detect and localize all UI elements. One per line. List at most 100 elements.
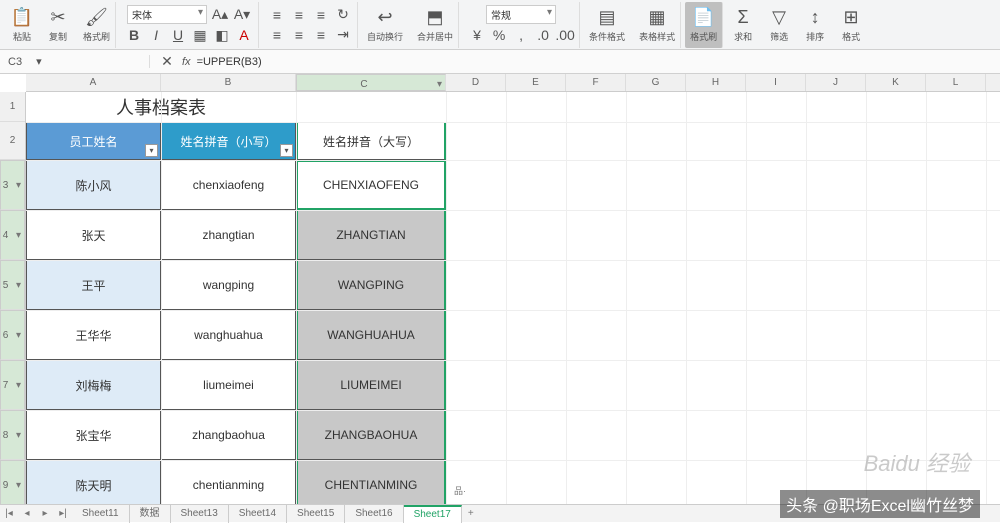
sheet-tab[interactable]: Sheet13 — [171, 505, 229, 523]
cells-area[interactable]: 人事档案表 员工姓名 ▾ 姓名拼音（小写） ▾ 姓名拼音（大写） 陈小风chen… — [26, 92, 1000, 504]
filter-dropdown-icon[interactable]: ▾ — [145, 144, 158, 157]
sheet-tab[interactable]: Sheet16 — [345, 505, 403, 523]
align-right-icon[interactable]: ≡ — [312, 26, 330, 44]
inc-decimal-icon[interactable]: .0 — [534, 26, 552, 44]
cell-name[interactable]: 刘梅梅 — [26, 360, 161, 410]
table-style-icon[interactable]: ▦ — [646, 6, 668, 28]
cell-name[interactable]: 张宝华 — [26, 410, 161, 460]
align-center-icon[interactable]: ≡ — [290, 26, 308, 44]
filter-dropdown-icon[interactable]: ▾ — [280, 144, 293, 157]
cond-format-icon[interactable]: ▤ — [596, 6, 618, 28]
cell-pinyin-upper[interactable]: CHENTIANMING — [296, 460, 446, 510]
align-bot-icon[interactable]: ≡ — [312, 6, 330, 24]
tab-nav-first-icon[interactable]: |◂ — [0, 508, 18, 519]
sheet-tab[interactable]: 数据 — [130, 505, 171, 523]
col-header-B[interactable]: B — [161, 74, 296, 91]
cell-name[interactable]: 张天 — [26, 210, 161, 260]
formula-input[interactable]: =UPPER(B3) — [197, 56, 262, 68]
cell-pinyin-upper[interactable]: WANGHUAHUA — [296, 310, 446, 360]
dec-decimal-icon[interactable]: .00 — [556, 26, 574, 44]
row-header-9[interactable]: 9 — [0, 460, 25, 510]
row-header-1[interactable]: 1 — [0, 92, 25, 122]
comma-icon[interactable]: , — [512, 26, 530, 44]
align-mid-icon[interactable]: ≡ — [290, 6, 308, 24]
header-pinyin-upper[interactable]: 姓名拼音（大写） — [296, 122, 446, 160]
sort-icon[interactable]: ↕ — [804, 6, 826, 28]
cell-pinyin-lower[interactable]: wanghuahua — [161, 310, 296, 360]
paste-icon[interactable]: 📋 — [11, 6, 33, 28]
bold-icon[interactable]: B — [125, 26, 143, 44]
merge-icon[interactable]: ⬒ — [424, 6, 446, 28]
row-header-4[interactable]: 4 — [0, 210, 25, 260]
italic-icon[interactable]: I — [147, 26, 165, 44]
tab-nav-last-icon[interactable]: ▸| — [54, 508, 72, 519]
sheet-tab[interactable]: Sheet11 — [72, 505, 130, 523]
font-color-icon[interactable]: A — [235, 26, 253, 44]
col-header-H[interactable]: H — [686, 74, 746, 91]
col-header-E[interactable]: E — [506, 74, 566, 91]
row-header-7[interactable]: 7 — [0, 360, 25, 410]
sheet-tab[interactable]: Sheet14 — [229, 505, 287, 523]
cell-pinyin-upper[interactable]: ZHANGTIAN — [296, 210, 446, 260]
orientation-icon[interactable]: ↻ — [334, 6, 352, 24]
header-pinyin-lower[interactable]: 姓名拼音（小写） ▾ — [161, 122, 296, 160]
name-box[interactable]: C3 — [8, 56, 22, 68]
sum-icon[interactable]: Σ — [732, 6, 754, 28]
currency-icon[interactable]: ¥ — [468, 26, 486, 44]
row-header-5[interactable]: 5 — [0, 260, 25, 310]
row-header-2[interactable]: 2 — [0, 122, 25, 160]
cancel-icon[interactable]: ✕ — [158, 53, 176, 71]
sheet-tab[interactable]: Sheet17 — [404, 505, 462, 523]
cell-pinyin-upper[interactable]: LIUMEIMEI — [296, 360, 446, 410]
tab-nav-prev-icon[interactable]: ◂ — [18, 508, 36, 519]
col-header-I[interactable]: I — [746, 74, 806, 91]
cell-name[interactable]: 王华华 — [26, 310, 161, 360]
sheet-tab[interactable]: Sheet15 — [287, 505, 345, 523]
cell-name[interactable]: 陈小风 — [26, 160, 161, 210]
cell-pinyin-lower[interactable]: chentianming — [161, 460, 296, 510]
font-increase-icon[interactable]: A▴ — [211, 6, 229, 24]
underline-icon[interactable]: U — [169, 26, 187, 44]
col-header-C[interactable]: C — [296, 74, 446, 91]
filter-icon[interactable]: ▽ — [768, 6, 790, 28]
col-header-K[interactable]: K — [866, 74, 926, 91]
cell-pinyin-upper[interactable]: CHENXIAOFENG — [296, 160, 446, 210]
col-header-J[interactable]: J — [806, 74, 866, 91]
border-icon[interactable]: ▦ — [191, 26, 209, 44]
percent-icon[interactable]: % — [490, 26, 508, 44]
fill-color-icon[interactable]: ◧ — [213, 26, 231, 44]
row-header-3[interactable]: 3 — [0, 160, 25, 210]
header-employee-name[interactable]: 员工姓名 ▾ — [26, 122, 161, 160]
scissors-icon[interactable]: ✂ — [47, 6, 69, 28]
format-icon[interactable]: ⊞ — [840, 6, 862, 28]
cell-name[interactable]: 王平 — [26, 260, 161, 310]
cell-name[interactable]: 陈天明 — [26, 460, 161, 510]
add-sheet-icon[interactable]: + — [462, 508, 480, 519]
indent-icon[interactable]: ⇥ — [334, 26, 352, 44]
cell-pinyin-lower[interactable]: wangping — [161, 260, 296, 310]
wrap-text-icon[interactable]: ↩ — [374, 6, 396, 28]
row-header-6[interactable]: 6 — [0, 310, 25, 360]
cell-pinyin-upper[interactable]: WANGPING — [296, 260, 446, 310]
number-format-select[interactable]: 常规 — [486, 5, 556, 24]
cell-pinyin-lower[interactable]: chenxiaofeng — [161, 160, 296, 210]
col-header-D[interactable]: D — [446, 74, 506, 91]
col-header-A[interactable]: A — [26, 74, 161, 91]
font-decrease-icon[interactable]: A▾ — [233, 6, 251, 24]
cell-pinyin-lower[interactable]: zhangtian — [161, 210, 296, 260]
name-box-dropdown-icon[interactable]: ▾ — [36, 55, 42, 68]
col-header-L[interactable]: L — [926, 74, 986, 91]
col-header-F[interactable]: F — [566, 74, 626, 91]
cell-pinyin-upper[interactable]: ZHANGBAOHUA — [296, 410, 446, 460]
convert-icon[interactable]: 📄 — [693, 6, 715, 28]
format-painter-icon[interactable]: 🖌 — [86, 6, 108, 28]
tab-nav-next-icon[interactable]: ▸ — [36, 508, 54, 519]
align-left-icon[interactable]: ≡ — [268, 26, 286, 44]
font-family-select[interactable]: 宋体 — [127, 5, 207, 24]
autofill-tag[interactable]: 品· — [454, 484, 466, 497]
row-header-8[interactable]: 8 — [0, 410, 25, 460]
cell-pinyin-lower[interactable]: zhangbaohua — [161, 410, 296, 460]
cell-pinyin-lower[interactable]: liumeimei — [161, 360, 296, 410]
align-top-icon[interactable]: ≡ — [268, 6, 286, 24]
col-header-G[interactable]: G — [626, 74, 686, 91]
